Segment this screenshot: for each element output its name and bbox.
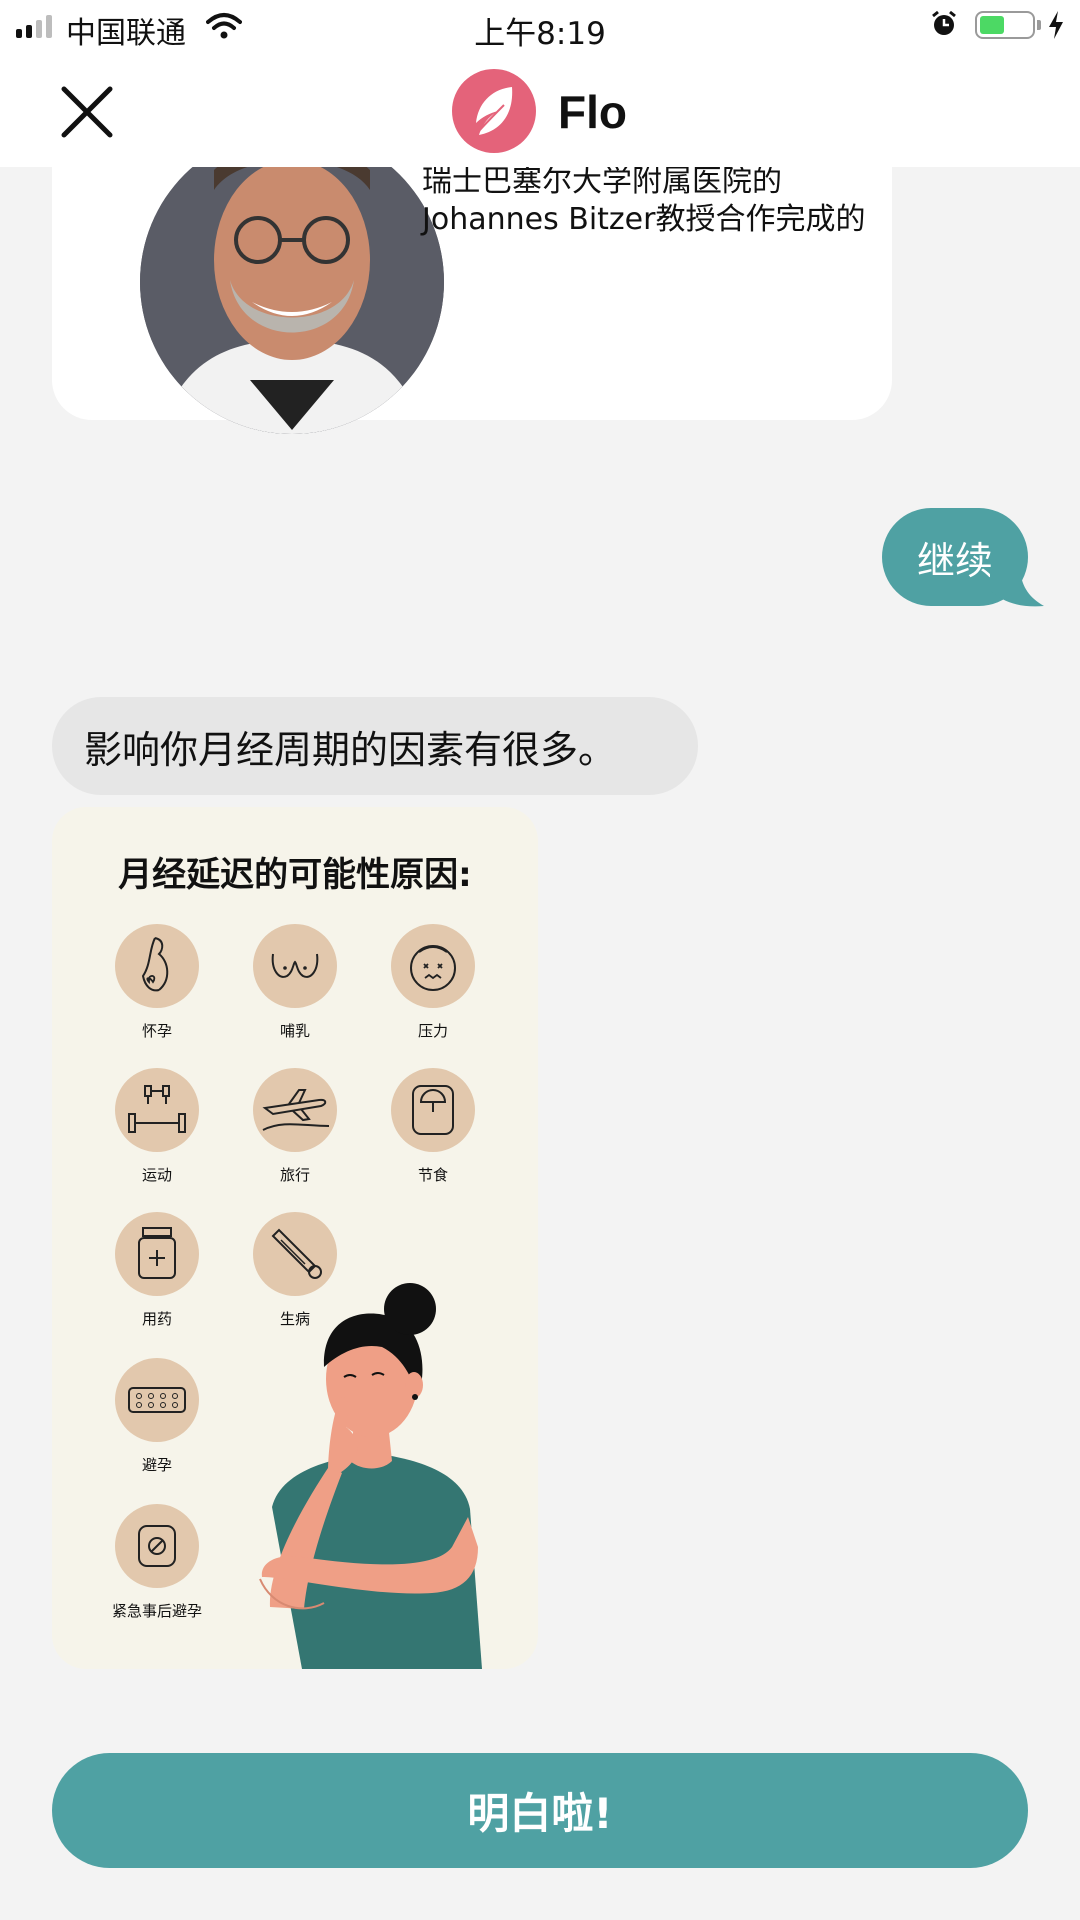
- app-header: Flo: [0, 55, 1080, 167]
- factor-label: 哺乳: [279, 1022, 310, 1040]
- breastfeeding-icon: [253, 924, 337, 1008]
- infographic-card: 月经延迟的可能性原因: 怀孕 哺乳 压力 运动 旅行 节食 用药 生病 避孕 紧…: [52, 807, 538, 1669]
- pregnancy-icon: [115, 924, 199, 1008]
- factor-label: 旅行: [279, 1166, 310, 1184]
- pill-pack-icon: [115, 1358, 199, 1442]
- doctor-photo: [140, 130, 444, 434]
- alarm-icon: [932, 10, 956, 35]
- factor-label: 避孕: [141, 1456, 172, 1474]
- charging-bolt-icon: [1049, 11, 1063, 39]
- app-title: Flo: [558, 86, 627, 138]
- doctor-credit-line2: Johannes Bitzer教授合作完成的: [422, 202, 866, 237]
- factor-label: 运动: [141, 1166, 172, 1184]
- scale-icon: [391, 1068, 475, 1152]
- factor-travel: 旅行: [225, 1068, 365, 1185]
- clock: 上午8:19: [474, 16, 606, 52]
- factor-medication: 用药: [87, 1212, 227, 1329]
- thinking-woman-illustration: [259, 1283, 482, 1669]
- infographic-title: 月经延迟的可能性原因:: [118, 855, 472, 895]
- got-it-button[interactable]: 明白啦!: [52, 1753, 1028, 1868]
- factor-stress: 压力: [363, 924, 503, 1041]
- close-icon: [61, 86, 113, 138]
- close-button[interactable]: [58, 83, 118, 143]
- factor-emergency-contraception: 紧急事后避孕: [87, 1504, 227, 1621]
- stress-icon: [391, 924, 475, 1008]
- airplane-icon: [253, 1068, 337, 1152]
- factor-exercise: 运动: [87, 1068, 227, 1185]
- feather-logo: [452, 69, 536, 153]
- doctor-credit-text: 瑞士巴塞尔大学附属医院的 Johannes Bitzer教授合作完成的: [422, 163, 902, 239]
- factor-diet: 节食: [363, 1068, 503, 1185]
- status-bar: 中国联通 上午8:19: [0, 0, 1080, 55]
- factor-label: 节食: [417, 1166, 448, 1184]
- single-pill-icon: [115, 1504, 199, 1588]
- factor-label: 怀孕: [141, 1022, 172, 1040]
- factor-label: 压力: [417, 1022, 448, 1040]
- battery-icon: [975, 11, 1035, 39]
- dumbbell-icon: [115, 1068, 199, 1152]
- bot-message-bubble: 影响你月经周期的因素有很多。: [52, 697, 698, 795]
- battery-tip: [1037, 20, 1041, 30]
- factor-contraception: 避孕: [87, 1358, 227, 1475]
- factor-label: 用药: [141, 1310, 172, 1328]
- factor-breastfeeding: 哺乳: [225, 924, 365, 1041]
- medicine-bottle-icon: [115, 1212, 199, 1296]
- factor-pregnancy: 怀孕: [87, 924, 227, 1041]
- factor-label: 紧急事后避孕: [111, 1602, 202, 1620]
- doctor-credit-line1: 瑞士巴塞尔大学附属医院的: [422, 164, 782, 199]
- bubble-tail: [990, 570, 1044, 607]
